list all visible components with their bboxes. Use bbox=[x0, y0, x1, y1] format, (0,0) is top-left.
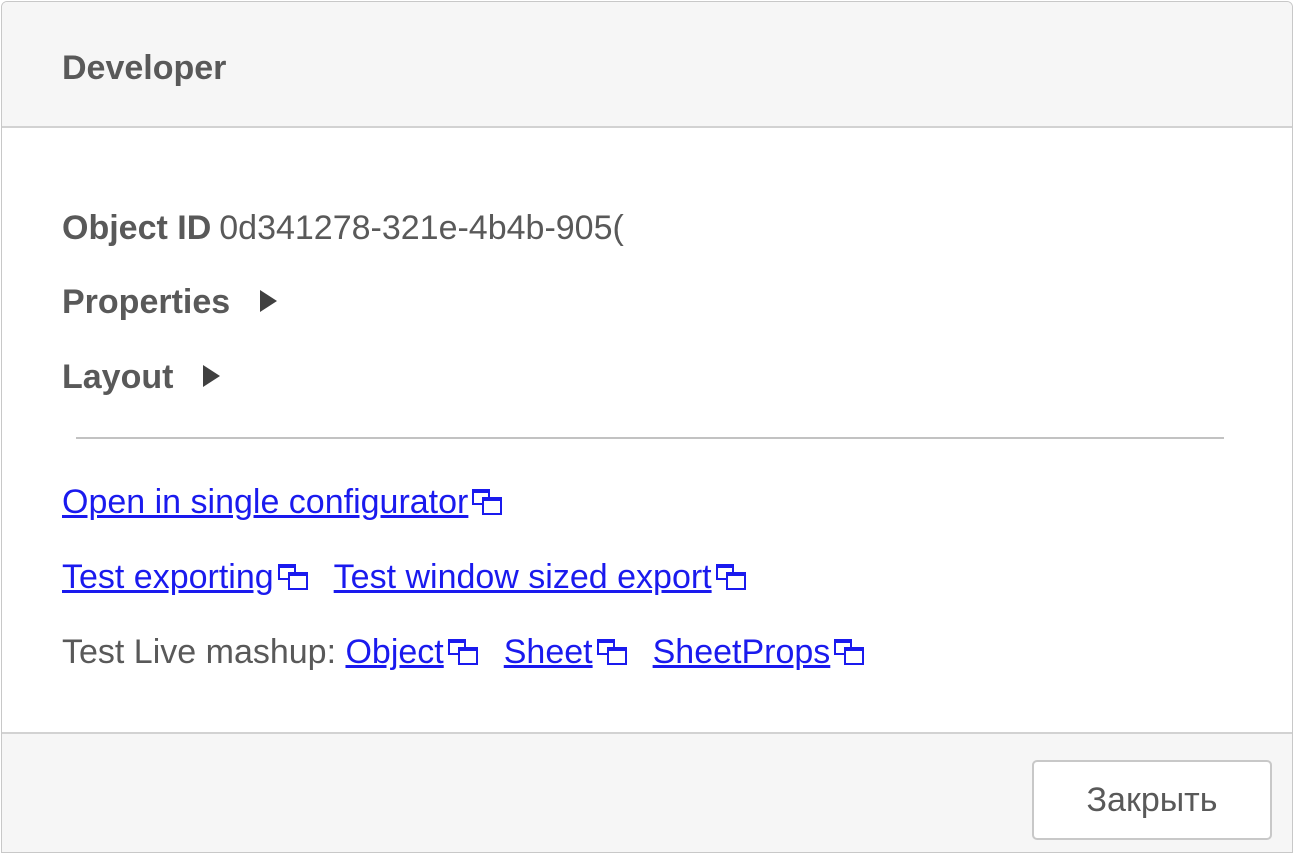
properties-label: Properties bbox=[62, 283, 231, 321]
object-id-label: Object ID bbox=[62, 209, 212, 247]
external-link-icon bbox=[595, 637, 631, 667]
external-link-icon bbox=[276, 562, 312, 592]
mashup-object-link[interactable]: Object bbox=[345, 633, 481, 671]
dialog-body: Object ID 0d341278-321e-4b4b-905( Propert… bbox=[2, 128, 1292, 734]
live-mashup-row: Test Live mashup: Object Sheet SheetProps bbox=[62, 630, 868, 674]
mashup-sheetprops-label: SheetProps bbox=[652, 633, 831, 671]
external-link-icon bbox=[832, 637, 868, 667]
single-configurator-row: Open in single configurator bbox=[62, 480, 506, 524]
live-mashup-label: Test Live mashup: bbox=[62, 633, 337, 671]
developer-dialog: Developer Object ID 0d341278-321e-4b4b-90… bbox=[1, 1, 1293, 853]
test-exporting-label: Test exporting bbox=[62, 558, 274, 596]
dialog-header: Developer bbox=[2, 2, 1292, 128]
close-button[interactable]: Закрыть bbox=[1032, 760, 1272, 840]
expand-triangle-icon bbox=[203, 365, 221, 388]
test-window-sized-export-link[interactable]: Test window sized export bbox=[334, 558, 750, 596]
mashup-sheet-label: Sheet bbox=[503, 633, 593, 671]
expand-triangle-icon bbox=[260, 290, 278, 313]
object-id-value: 0d341278-321e-4b4b-905( bbox=[219, 209, 624, 247]
object-id-row: Object ID 0d341278-321e-4b4b-905( bbox=[62, 206, 662, 250]
export-links-row: Test exporting Test window sized export bbox=[62, 555, 750, 599]
layout-expander[interactable]: Layout bbox=[62, 355, 221, 399]
section-divider bbox=[76, 437, 1224, 439]
test-window-sized-export-label: Test window sized export bbox=[333, 558, 712, 596]
mashup-object-label: Object bbox=[345, 633, 444, 671]
open-single-configurator-link[interactable]: Open in single configurator bbox=[62, 483, 506, 521]
open-single-configurator-label: Open in single configurator bbox=[62, 483, 469, 521]
dialog-title: Developer bbox=[62, 49, 227, 87]
mashup-sheet-link[interactable]: Sheet bbox=[504, 633, 631, 671]
properties-expander[interactable]: Properties bbox=[62, 280, 278, 324]
dialog-footer: Закрыть bbox=[2, 732, 1292, 852]
external-link-icon bbox=[470, 487, 506, 517]
layout-label: Layout bbox=[62, 358, 174, 396]
external-link-icon bbox=[714, 562, 750, 592]
external-link-icon bbox=[446, 637, 482, 667]
mashup-sheetprops-link[interactable]: SheetProps bbox=[653, 633, 869, 671]
test-exporting-link[interactable]: Test exporting bbox=[62, 558, 312, 596]
